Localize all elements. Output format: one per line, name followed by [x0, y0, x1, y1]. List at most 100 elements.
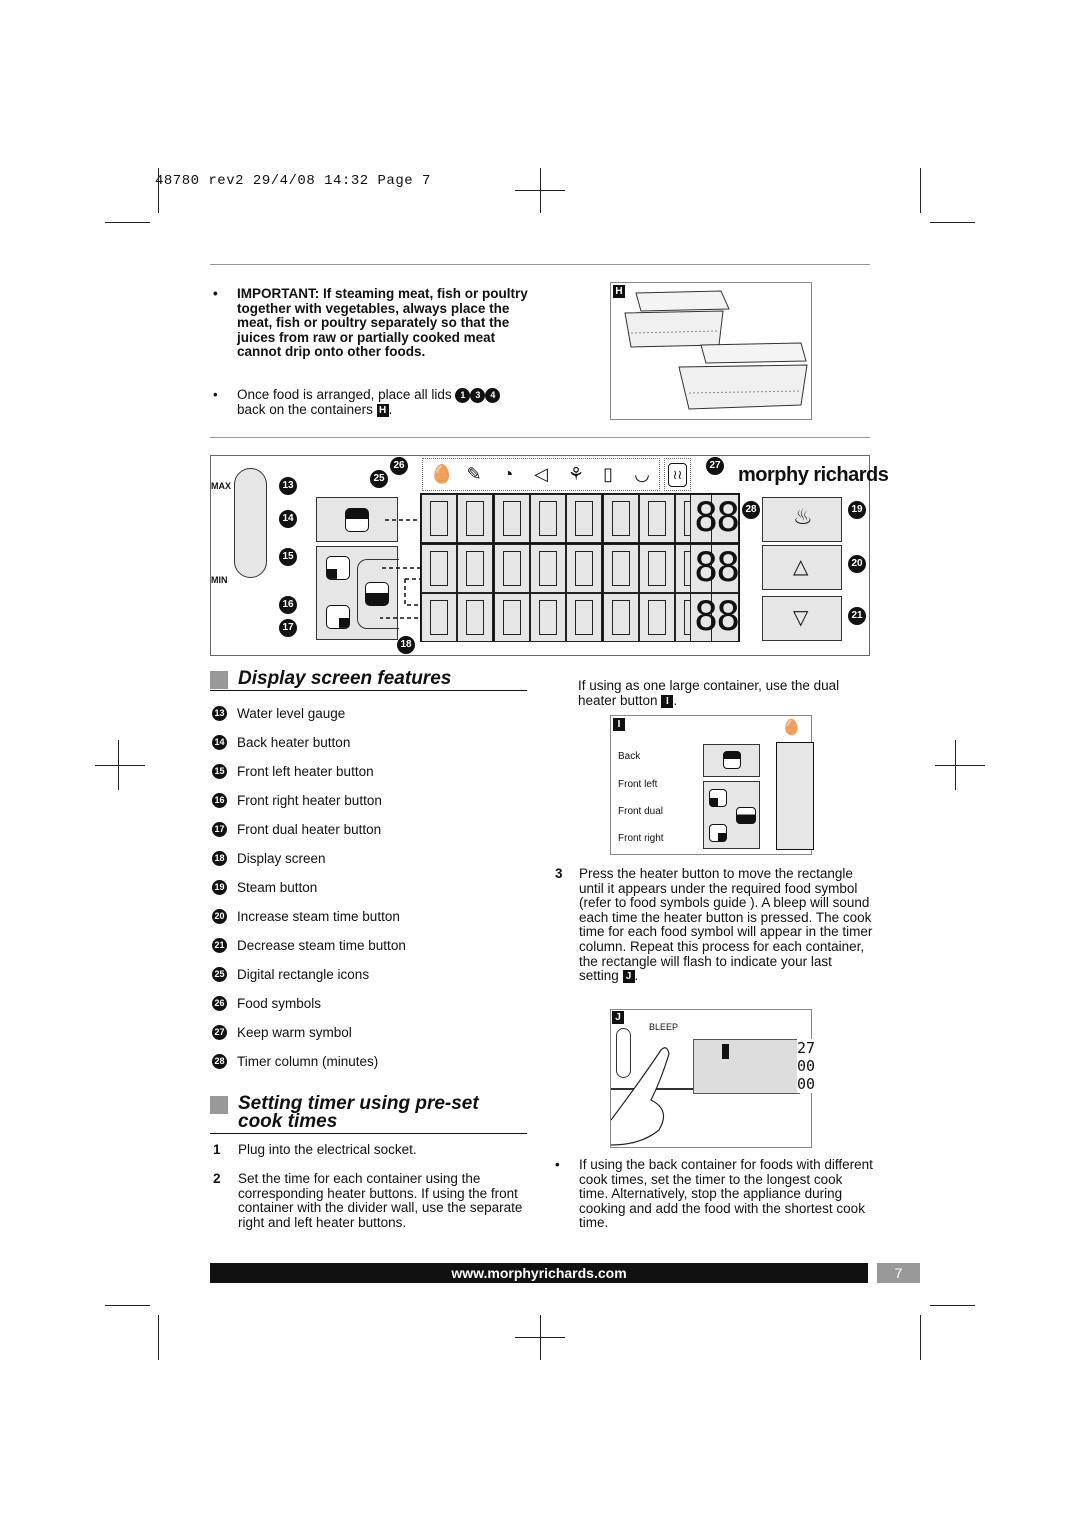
callout-21: 21	[848, 607, 866, 625]
list-item: 14 Back heater button	[212, 735, 350, 750]
poultry-icon: ◔	[502, 464, 514, 484]
display-screen	[693, 1039, 800, 1094]
callout-27: 27	[706, 457, 724, 475]
digital-rectangle-cell	[493, 543, 530, 593]
list-item: 13 Water level gauge	[212, 706, 345, 721]
back-container-note: • If using the back container for foods w…	[555, 1157, 873, 1231]
item-number: 28	[212, 1054, 227, 1069]
list-item: 25 Digital rectangle icons	[212, 967, 369, 982]
step-number: 3	[555, 866, 563, 881]
item-label: Food symbols	[237, 996, 322, 1011]
finger-illustration	[611, 1047, 670, 1146]
item-number: 17	[212, 822, 227, 837]
decrease-steam-time-button[interactable]: ▽	[762, 596, 842, 641]
important-text: IMPORTANT: If steaming meat, fish or pou…	[237, 286, 528, 360]
figure-ref: H	[376, 403, 389, 417]
page-number: 7	[877, 1263, 920, 1283]
heading-text: Display screen features	[238, 668, 452, 689]
timer-digit-cell: 88	[694, 593, 740, 642]
increase-steam-time-button[interactable]: △	[762, 545, 842, 590]
digital-rectangle-cell	[566, 593, 603, 642]
item-number: 16	[212, 793, 227, 808]
min-label: MIN	[211, 575, 228, 585]
timer-digit-cell: 88	[694, 494, 740, 543]
back-heater-button[interactable]	[703, 744, 760, 777]
item-number: 25	[212, 967, 227, 982]
digital-rectangle-cell	[493, 494, 530, 543]
figure-j-example: J BLEEP 27 00 00	[610, 1009, 815, 1148]
figure-label: J	[612, 1011, 624, 1024]
timer-value: 27	[797, 1039, 816, 1057]
digital-rectangle-cell	[421, 593, 457, 642]
item-number: 13	[212, 706, 227, 721]
callout-14: 14	[279, 510, 297, 528]
lids-text2: back on the containers	[237, 402, 373, 417]
steam-button[interactable]: ♨	[762, 497, 842, 542]
item-label: Back heater button	[237, 735, 351, 750]
dual-text: If using as one large container, use the…	[578, 678, 840, 708]
step-number: 2	[213, 1171, 221, 1186]
digital-rectangle-cell	[529, 593, 566, 642]
item-label: Timer column (minutes)	[237, 1054, 379, 1069]
rice-bowl-icon: ◡	[634, 464, 650, 484]
egg-icon: 🥚	[430, 464, 454, 484]
list-item: 19 Steam button	[212, 880, 317, 895]
front-heater-panel[interactable]	[703, 781, 760, 849]
footer-bar: www.morphyrichards.com	[210, 1263, 868, 1283]
section-heading-display: Display screen features	[210, 668, 527, 691]
item-label: Water level gauge	[237, 706, 346, 721]
figure-ref: J	[622, 970, 635, 984]
item-label: Keep warm symbol	[237, 1025, 352, 1040]
digital-rectangle-cell	[457, 494, 494, 543]
fish-icon: ◁	[534, 464, 548, 484]
callout-13: 13	[279, 477, 297, 495]
callout-16: 16	[279, 596, 297, 614]
triangle-up-icon: △	[793, 556, 809, 578]
list-item: 20 Increase steam time button	[212, 909, 400, 924]
digital-rectangle-cell	[493, 593, 530, 642]
digital-rectangle-cell	[457, 543, 494, 593]
bleep-label: BLEEP	[649, 1022, 679, 1032]
timer-digits: 88	[694, 495, 740, 541]
item-number: 21	[212, 938, 227, 953]
timer-column: 27 00 00	[797, 1039, 815, 1093]
lid-ref: 4	[485, 388, 501, 403]
front-left-heater-button[interactable]	[326, 556, 350, 580]
item-number: 26	[212, 996, 227, 1011]
jar-icon: ▯	[603, 464, 613, 484]
divider	[210, 437, 870, 438]
list-item: 18 Display screen	[212, 851, 326, 866]
step-2: 2 Set the time for each container using t…	[213, 1171, 533, 1230]
list-item: 21 Decrease steam time button	[212, 938, 406, 953]
water-level-gauge	[234, 468, 267, 578]
figure-label: I	[613, 718, 625, 731]
item-label: Increase steam time button	[237, 909, 400, 924]
label-back: Back	[618, 751, 641, 762]
front-right-heater-button[interactable]	[326, 605, 350, 629]
item-number: 15	[212, 764, 227, 779]
list-item: 27 Keep warm symbol	[212, 1025, 352, 1040]
item-label: Display screen	[237, 851, 326, 866]
figure-ref: I	[661, 694, 674, 708]
item-label: Steam button	[237, 880, 318, 895]
timer-digit-cell: 88	[694, 543, 740, 593]
item-number: 18	[212, 851, 227, 866]
callout-25: 25	[370, 470, 388, 488]
digital-rectangle-cell	[457, 593, 494, 642]
digital-rectangle-cell	[529, 543, 566, 593]
digital-rectangle-cell	[602, 543, 639, 593]
flashing-rectangle	[722, 1044, 729, 1059]
figure-label: H	[613, 285, 625, 298]
timer-digits: 88	[694, 594, 740, 640]
step-3: 3 Press the heater button to move the rec…	[555, 866, 873, 984]
callout-26: 26	[390, 457, 408, 475]
list-item: 16 Front right heater button	[212, 793, 382, 808]
figure-i-heater-buttons: I Back Front left Front dual Front right…	[610, 715, 814, 855]
step-number: 1	[213, 1142, 221, 1157]
website-link[interactable]: www.morphyrichards.com	[451, 1265, 626, 1281]
digital-rectangle-cell	[602, 494, 639, 543]
digital-rectangle-cell	[602, 593, 639, 642]
list-item: 15 Front left heater button	[212, 764, 374, 779]
divider	[210, 264, 870, 265]
digital-rectangle-cell	[638, 494, 675, 543]
